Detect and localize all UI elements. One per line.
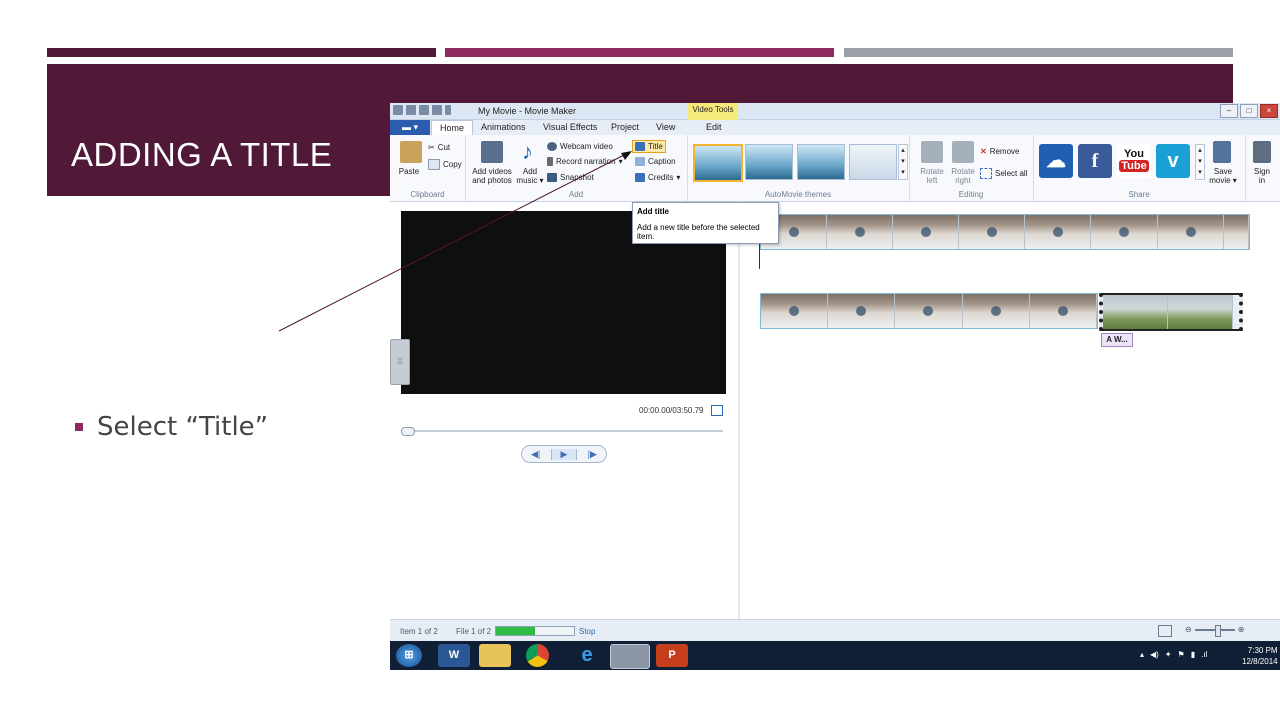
arrow-head-icon (621, 151, 632, 160)
arrow-line (278, 152, 629, 332)
pointer-arrow (278, 151, 632, 332)
